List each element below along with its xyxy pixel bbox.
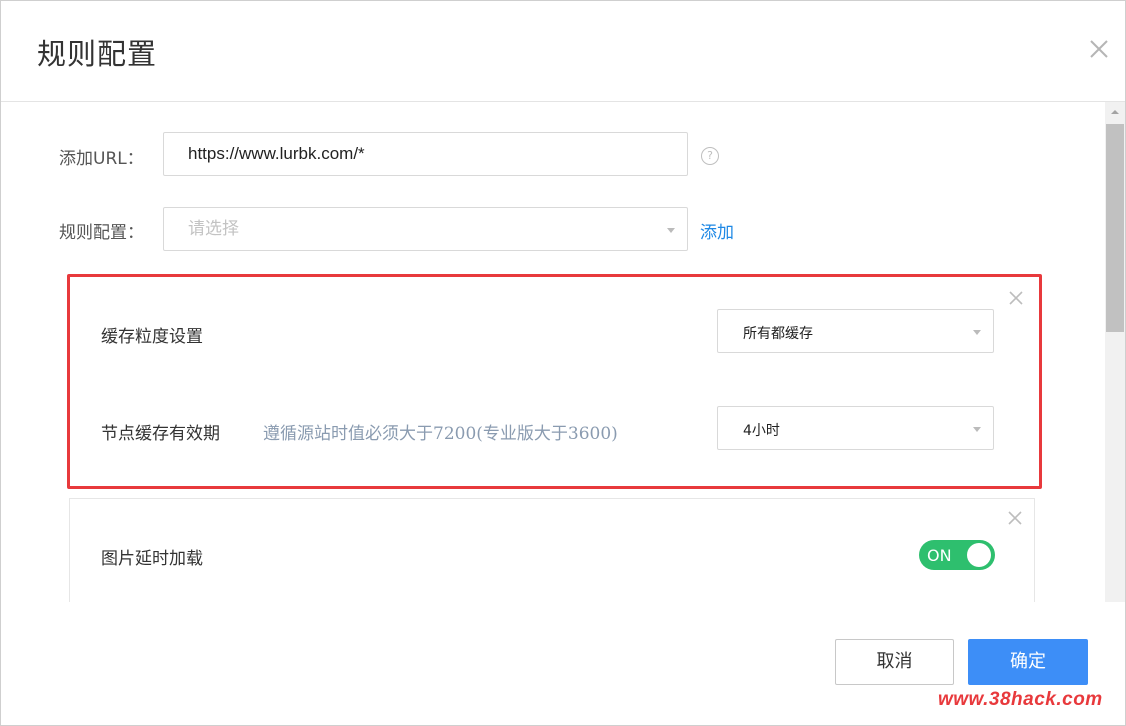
scrollbar-thumb[interactable] [1106, 124, 1124, 332]
toggle-state-text: ON [927, 546, 952, 565]
dialog-body: 添加URL： ? 规则配置： 添加 缓存粒度设置 所有都缓存 节点缓存有效期 遵… [1, 102, 1105, 602]
dialog-header: 规则配置 [1, 1, 1125, 102]
url-input[interactable] [164, 133, 687, 175]
cancel-button[interactable]: 取消 [835, 639, 954, 685]
scrollbar[interactable] [1105, 102, 1125, 602]
cache-granularity-value: 所有都缓存 [743, 326, 813, 342]
chevron-down-icon [973, 427, 981, 432]
chevron-down-icon [667, 228, 675, 233]
dialog-title: 规则配置 [37, 37, 158, 71]
lazy-load-toggle[interactable]: ON [919, 540, 995, 570]
rule-config-select-input[interactable] [164, 208, 687, 250]
rule-config-label: 规则配置： [59, 223, 144, 243]
cache-settings-card: 缓存粒度设置 所有都缓存 节点缓存有效期 遵循源站时值必须大于7200(专业版大… [67, 274, 1042, 489]
toggle-knob [967, 543, 991, 567]
rule-config-select[interactable] [163, 207, 688, 251]
question-circle-icon[interactable]: ? [701, 147, 719, 165]
scroll-up-arrow-icon[interactable] [1105, 102, 1125, 122]
cache-granularity-select[interactable]: 所有都缓存 [717, 309, 994, 353]
node-cache-ttl-hint: 遵循源站时值必须大于7200(专业版大于3600) [263, 424, 618, 444]
add-rule-link[interactable]: 添加 [700, 218, 734, 243]
close-icon[interactable] [1008, 290, 1024, 306]
close-icon[interactable] [1087, 37, 1111, 61]
chevron-down-icon [973, 330, 981, 335]
url-label: 添加URL： [59, 149, 144, 169]
cache-granularity-label: 缓存粒度设置 [101, 327, 203, 347]
node-cache-ttl-label: 节点缓存有效期 [101, 424, 220, 444]
rule-config-dialog: 规则配置 添加URL： ? 规则配置： 添加 缓存粒度设置 所有都缓存 [0, 0, 1126, 726]
node-cache-ttl-select[interactable]: 4小时 [717, 406, 994, 450]
node-cache-ttl-value: 4小时 [743, 423, 780, 439]
watermark-text: www.38hack.com [938, 689, 1103, 710]
lazy-load-card: 图片延时加载 ON [69, 498, 1035, 602]
lazy-load-label: 图片延时加载 [101, 549, 203, 569]
close-icon[interactable] [1007, 510, 1023, 526]
url-input-box [163, 132, 688, 176]
confirm-button[interactable]: 确定 [968, 639, 1088, 685]
